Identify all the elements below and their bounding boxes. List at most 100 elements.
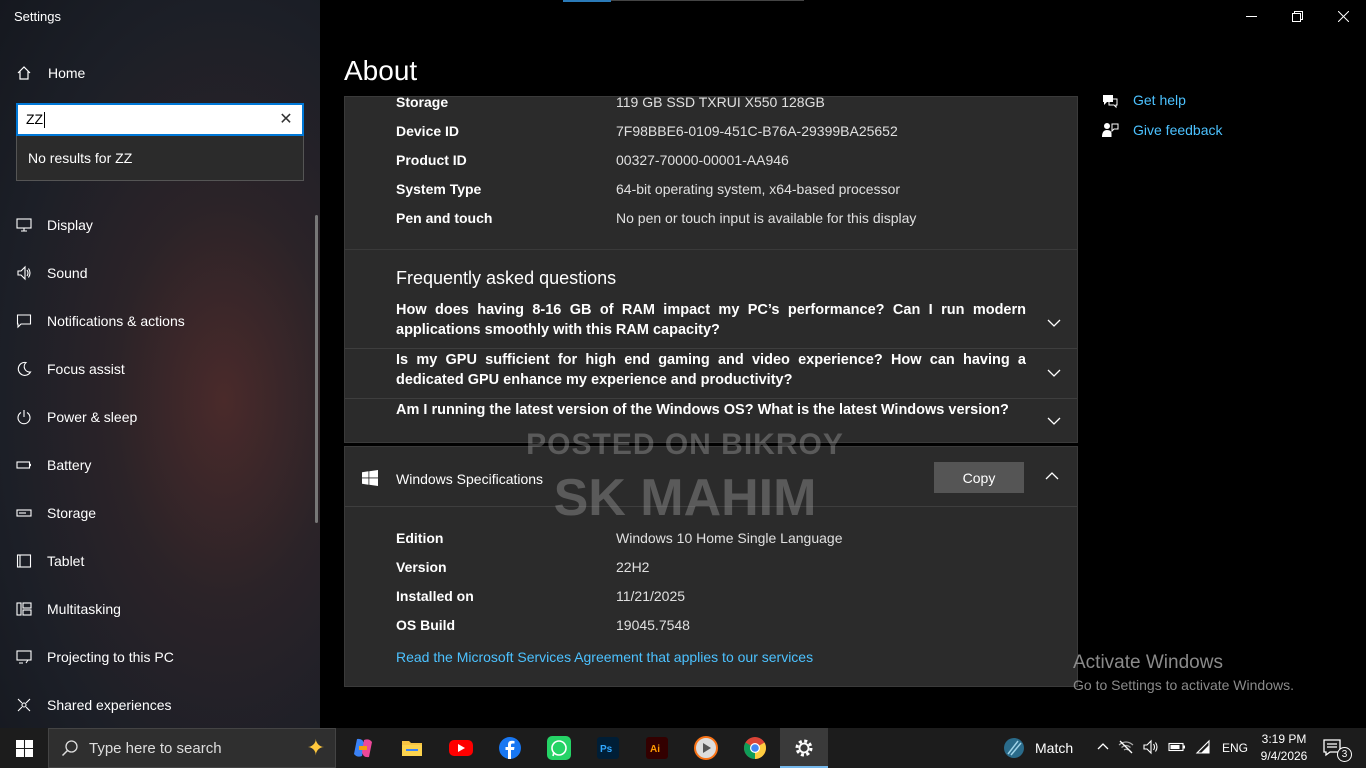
- taskbar-photoshop[interactable]: Ps: [592, 732, 624, 764]
- wifi-icon[interactable]: [1195, 739, 1211, 758]
- taskbar-settings[interactable]: [788, 732, 820, 764]
- taskbar-search-box[interactable]: Type here to search ✦: [48, 728, 336, 768]
- spec-value: No pen or touch input is available for t…: [616, 210, 917, 226]
- sidebar-item-battery[interactable]: Battery: [0, 441, 316, 489]
- windows-specifications-header[interactable]: Windows Specifications Copy: [345, 447, 1077, 507]
- chrome-icon: [744, 737, 766, 759]
- system-tray: ENG: [1097, 728, 1248, 768]
- sidebar-scrollbar[interactable]: [315, 215, 318, 523]
- sidebar-item-storage[interactable]: Storage: [0, 489, 316, 537]
- spec-value: 64-bit operating system, x64-based proce…: [616, 181, 901, 197]
- spec-row-edition: Edition Windows 10 Home Single Language: [396, 530, 842, 546]
- taskbar-facebook[interactable]: [494, 732, 526, 764]
- monitor-icon: [16, 218, 32, 232]
- illustrator-icon: Ai: [646, 737, 668, 759]
- sidebar-item-tablet[interactable]: Tablet: [0, 537, 316, 585]
- svg-text:Ps: Ps: [600, 744, 613, 755]
- sidebar-item-label: Storage: [47, 505, 97, 521]
- taskbar-copilot-app[interactable]: [347, 732, 379, 764]
- chevron-up-icon[interactable]: [1097, 741, 1109, 756]
- spec-row-storage: Storage 119 GB SSD TXRUI X550 128GB: [396, 94, 825, 110]
- no-results-text: No results for ZZ: [28, 150, 133, 166]
- media-player-icon: [694, 736, 718, 760]
- sidebar-item-notifications[interactable]: Notifications & actions: [0, 297, 316, 345]
- microsoft-services-agreement-link[interactable]: Read the Microsoft Services Agreement th…: [396, 649, 813, 665]
- taskbar-youtube[interactable]: [445, 732, 477, 764]
- speaker-icon: [17, 265, 31, 281]
- spec-row-version: Version 22H2: [396, 559, 649, 575]
- sidebar-item-projecting[interactable]: Projecting to this PC: [0, 633, 316, 681]
- taskbar-file-explorer[interactable]: [396, 732, 428, 764]
- restore-button[interactable]: [1274, 0, 1320, 32]
- spec-row-installed-on: Installed on 11/21/2025: [396, 588, 685, 604]
- taskbar-media-player[interactable]: [690, 732, 722, 764]
- start-button[interactable]: [0, 728, 48, 768]
- spec-key: Product ID: [396, 152, 467, 168]
- youtube-icon: [449, 740, 473, 756]
- spec-key: Version: [396, 559, 447, 575]
- feedback-icon: [1102, 123, 1119, 137]
- chevron-down-icon[interactable]: [1045, 412, 1063, 430]
- taskbar-search-placeholder: Type here to search: [89, 739, 222, 757]
- sidebar-item-multitasking[interactable]: Multitasking: [0, 585, 316, 633]
- clear-search-icon[interactable]: ✕: [278, 111, 294, 128]
- title-bar-divider: [611, 0, 804, 1]
- volume-icon[interactable]: [1143, 739, 1159, 758]
- weather-widget[interactable]: Match: [1003, 728, 1073, 768]
- sidebar-item-label: Sound: [47, 265, 88, 281]
- spec-row-os-build: OS Build 19045.7548: [396, 617, 690, 633]
- sidebar-item-display[interactable]: Display: [0, 201, 316, 249]
- device-specifications-panel: Storage 119 GB SSD TXRUI X550 128GB Devic…: [344, 94, 1078, 250]
- faq-item[interactable]: Is my GPU sufficient for high end gaming…: [345, 348, 1077, 398]
- chevron-up-icon[interactable]: [1043, 467, 1061, 485]
- taskbar: Type here to search ✦ Ps Ai Match ENG 3:…: [0, 728, 1366, 768]
- clock-date: 9/4/2026: [1260, 749, 1308, 763]
- battery-icon[interactable]: [1168, 739, 1186, 758]
- faq-item[interactable]: How does having 8-16 GB of RAM impact my…: [345, 298, 1077, 348]
- input-language[interactable]: ENG: [1222, 741, 1248, 755]
- faq-question: Am I running the latest version of the W…: [396, 402, 1009, 418]
- sidebar-item-shared-experiences[interactable]: Shared experiences: [0, 681, 316, 728]
- sidebar-item-label: Battery: [47, 457, 92, 473]
- faq-item[interactable]: Am I running the latest version of the W…: [345, 398, 1077, 443]
- copilot-icon: [354, 738, 372, 758]
- sidebar-item-power-sleep[interactable]: Power & sleep: [0, 393, 316, 441]
- taskbar-clock[interactable]: 3:19 PM 9/4/2026: [1254, 731, 1314, 765]
- moon-icon: [17, 361, 32, 376]
- spec-value: 7F98BBE6-0109-451C-B76A-29399BA25652: [616, 123, 898, 139]
- notification-center-button[interactable]: 3: [1323, 728, 1358, 768]
- spec-key: Device ID: [396, 123, 460, 139]
- copy-button[interactable]: Copy: [934, 462, 1024, 493]
- sidebar-item-sound[interactable]: Sound: [0, 249, 316, 297]
- tablet-icon: [16, 554, 32, 568]
- storage-icon: [16, 509, 32, 517]
- sidebar-home-label: Home: [48, 65, 86, 81]
- give-feedback-link[interactable]: Give feedback: [1101, 115, 1223, 145]
- sidebar-home[interactable]: Home: [16, 61, 85, 85]
- sidebar-item-label: Tablet: [47, 553, 85, 569]
- chevron-down-icon[interactable]: [1045, 314, 1063, 332]
- spec-key: Storage: [396, 94, 449, 110]
- weather-label: Match: [1035, 740, 1074, 756]
- spec-value: Windows 10 Home Single Language: [616, 530, 843, 546]
- taskbar-whatsapp[interactable]: [543, 732, 575, 764]
- minimize-button[interactable]: [1228, 0, 1274, 32]
- faq-title: Frequently asked questions: [396, 268, 617, 288]
- taskbar-chrome[interactable]: [739, 732, 771, 764]
- taskbar-illustrator[interactable]: Ai: [641, 732, 673, 764]
- spec-value: 19045.7548: [616, 617, 690, 633]
- chevron-down-icon[interactable]: [1045, 364, 1063, 382]
- settings-search-input[interactable]: ZZ ✕: [16, 103, 304, 136]
- cricket-icon: [1004, 738, 1024, 758]
- shared-experiences-icon: [17, 698, 31, 712]
- clock-time: 3:19 PM: [1261, 732, 1307, 746]
- photoshop-icon: Ps: [597, 737, 619, 759]
- network-disconnected-icon[interactable]: [1118, 739, 1134, 758]
- spec-value: 22H2: [616, 559, 650, 575]
- home-icon: [17, 66, 31, 80]
- sidebar-item-focus-assist[interactable]: Focus assist: [0, 345, 316, 393]
- notification-icon: [16, 314, 32, 329]
- get-help-link[interactable]: Get help: [1101, 85, 1223, 115]
- spec-key: OS Build: [396, 617, 456, 633]
- close-button[interactable]: [1320, 0, 1366, 32]
